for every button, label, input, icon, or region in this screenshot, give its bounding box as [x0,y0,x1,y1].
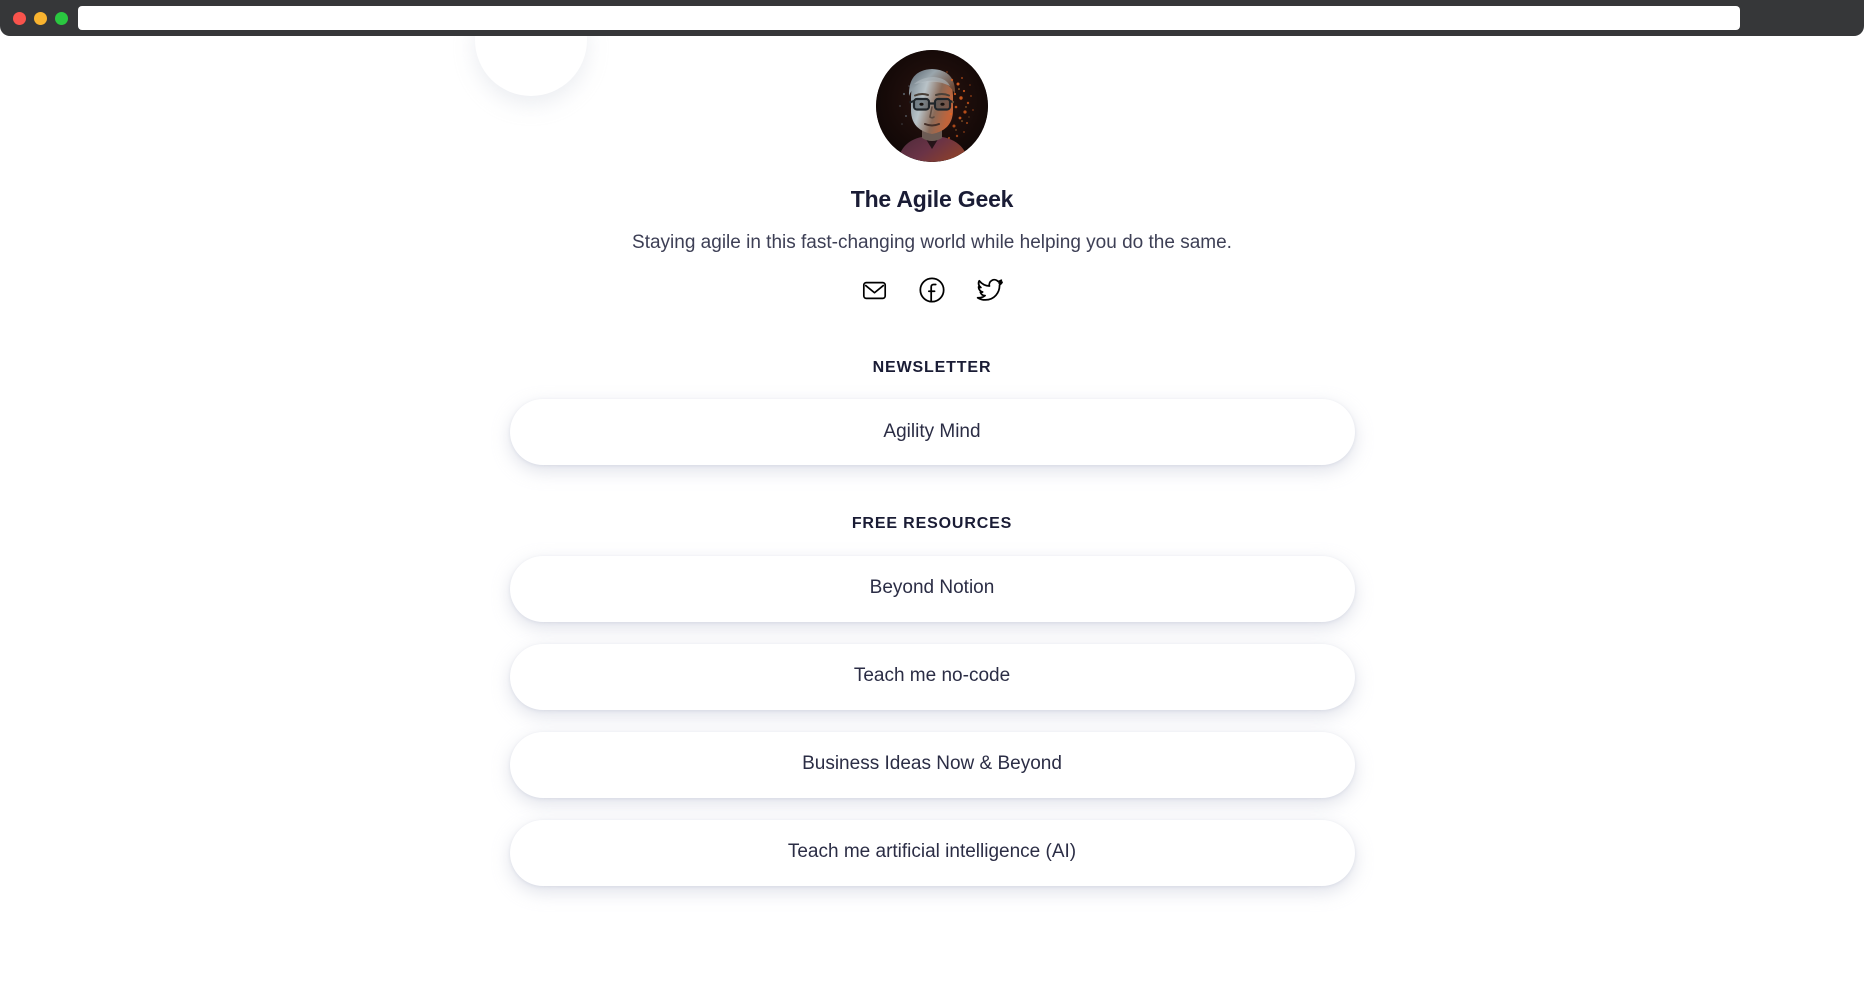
link-card-teach-me-artificial-intelligence[interactable]: Teach me artificial intelligence (AI) [509,819,1355,886]
section-title-free-resources: FREE RESOURCES [851,515,1013,533]
free-resources-link-list: Beyond Notion Teach me no-code Business … [0,555,1864,886]
close-window-button[interactable] [13,11,26,25]
traffic-light-group [0,11,68,25]
mail-icon [861,277,888,304]
page-body: The Agile Geek Staying agile in this fas… [0,36,1864,1008]
maximize-window-button[interactable] [55,11,68,25]
link-card-beyond-notion[interactable]: Beyond Notion [509,555,1355,622]
facebook-icon [918,276,946,304]
section-title-newsletter: NEWSLETTER [872,359,992,377]
link-card-label: Teach me no-code [853,665,1011,687]
link-card-label: Agility Mind [883,421,981,443]
page-title: The Agile Geek [850,186,1014,212]
link-card-label: Teach me artificial intelligence (AI) [787,841,1077,863]
twitter-icon [976,276,1004,304]
url-input[interactable] [78,6,1740,30]
mail-icon-link[interactable] [860,276,888,304]
social-links [860,276,1004,304]
twitter-icon-link[interactable] [976,276,1004,304]
profile-page-content: The Agile Geek Staying agile in this fas… [0,36,1864,886]
minimize-window-button[interactable] [34,11,47,25]
link-card-business-ideas-now-and-beyond[interactable]: Business Ideas Now & Beyond [509,731,1355,798]
facebook-icon-link[interactable] [918,276,946,304]
newsletter-link-list: Agility Mind [0,399,1864,466]
browser-chrome [0,0,1864,36]
link-card-label: Business Ideas Now & Beyond [802,753,1062,775]
link-card-agility-mind[interactable]: Agility Mind [509,399,1355,466]
link-card-label: Beyond Notion [869,577,995,599]
avatar [876,50,988,162]
profile-tagline: Staying agile in this fast-changing worl… [632,231,1232,253]
section-newsletter: NEWSLETTER Agility Mind [0,358,1864,466]
link-card-teach-me-no-code[interactable]: Teach me no-code [509,643,1355,710]
section-free-resources: FREE RESOURCES Beyond Notion Teach me no… [0,514,1864,886]
